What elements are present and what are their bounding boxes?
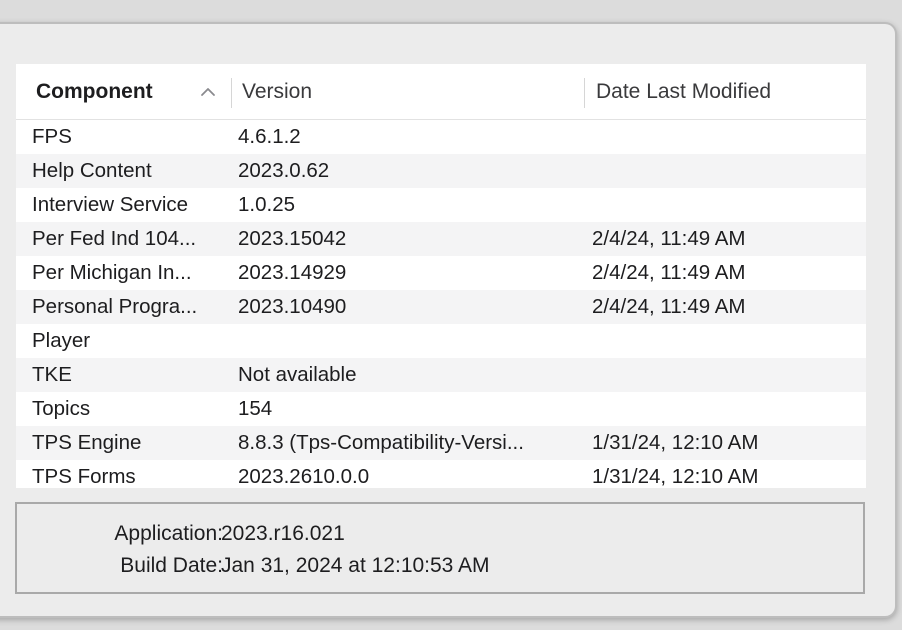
column-header-version[interactable]: Version [242, 64, 582, 119]
cell-date [592, 154, 852, 188]
cell-date: 2/4/24, 11:49 AM [592, 227, 746, 250]
table-row[interactable]: TPS Forms 2023.2610.0.0 1/31/24, 12:10 A… [16, 460, 866, 488]
table-row[interactable]: Player [16, 324, 866, 358]
application-value: 2023.r16.021 [221, 522, 345, 545]
column-separator[interactable] [231, 78, 232, 108]
cell-date [592, 358, 852, 392]
cell-date [592, 392, 852, 426]
cell-date [592, 324, 852, 358]
cell-component: Help Content [32, 159, 152, 182]
cell-version: 2023.2610.0.0 [238, 465, 370, 488]
cell-version: 4.6.1.2 [238, 125, 301, 148]
cell-component: TKE [32, 363, 72, 386]
table-row[interactable]: Personal Progra... 2023.10490 2/4/24, 11… [16, 290, 866, 324]
cell-date [592, 120, 852, 154]
cell-version: 2023.14929 [238, 261, 347, 284]
table-row[interactable]: Help Content 2023.0.62 [16, 154, 866, 188]
cell-version: 2023.0.62 [238, 159, 330, 182]
column-separator[interactable] [584, 78, 585, 108]
cell-version: 154 [238, 397, 273, 420]
cell-component: TPS Engine [32, 431, 142, 454]
cell-component: TPS Forms [32, 465, 136, 488]
cell-version: 2023.10490 [238, 295, 347, 318]
cell-version: 8.8.3 (Tps-Compatibility-Versi... [238, 431, 524, 454]
cell-component: Personal Progra... [32, 295, 198, 318]
table-row[interactable]: TKE Not available [16, 358, 866, 392]
build-date-label: Build Date: [120, 554, 223, 577]
table-row[interactable]: Per Michigan In... 2023.14929 2/4/24, 11… [16, 256, 866, 290]
cell-component: Interview Service [32, 193, 189, 216]
table-row[interactable]: Topics 154 [16, 392, 866, 426]
cell-version: 1.0.25 [238, 193, 295, 216]
cell-component: Per Fed Ind 104... [32, 227, 197, 250]
chevron-up-icon[interactable] [200, 86, 216, 98]
table-header: Component Version Date Last Modified [16, 64, 866, 120]
build-info-box: Application: 2023.r16.021 Build Date: Ja… [15, 502, 865, 594]
table-row[interactable]: Per Fed Ind 104... 2023.15042 2/4/24, 11… [16, 222, 866, 256]
components-table: Component Version Date Last Modified FPS… [16, 64, 866, 488]
column-header-date-last-modified[interactable]: Date Last Modified [596, 64, 856, 119]
cell-component: Per Michigan In... [32, 261, 192, 284]
cell-version: Not available [238, 363, 357, 386]
table-body: FPS 4.6.1.2 Help Content 2023.0.62 Inter… [16, 120, 866, 488]
cell-component: FPS [32, 125, 72, 148]
build-date-value: Jan 31, 2024 at 12:10:53 AM [221, 554, 490, 577]
build-date-row: Build Date: Jan 31, 2024 at 12:10:53 AM [17, 550, 863, 582]
cell-component: Topics [32, 397, 91, 420]
table-row[interactable]: TPS Engine 8.8.3 (Tps-Compatibility-Vers… [16, 426, 866, 460]
table-row[interactable]: FPS 4.6.1.2 [16, 120, 866, 154]
cell-date: 2/4/24, 11:49 AM [592, 261, 746, 284]
cell-date: 1/31/24, 12:10 AM [592, 465, 759, 488]
application-row: Application: 2023.r16.021 [17, 518, 863, 550]
table-row[interactable]: Interview Service 1.0.25 [16, 188, 866, 222]
cell-date: 2/4/24, 11:49 AM [592, 295, 746, 318]
cell-version: 2023.15042 [238, 227, 347, 250]
cell-date: 1/31/24, 12:10 AM [592, 431, 759, 454]
application-label: Application: [114, 522, 223, 545]
cell-version [238, 324, 578, 358]
cell-date [592, 188, 852, 222]
cell-component: Player [32, 329, 91, 352]
